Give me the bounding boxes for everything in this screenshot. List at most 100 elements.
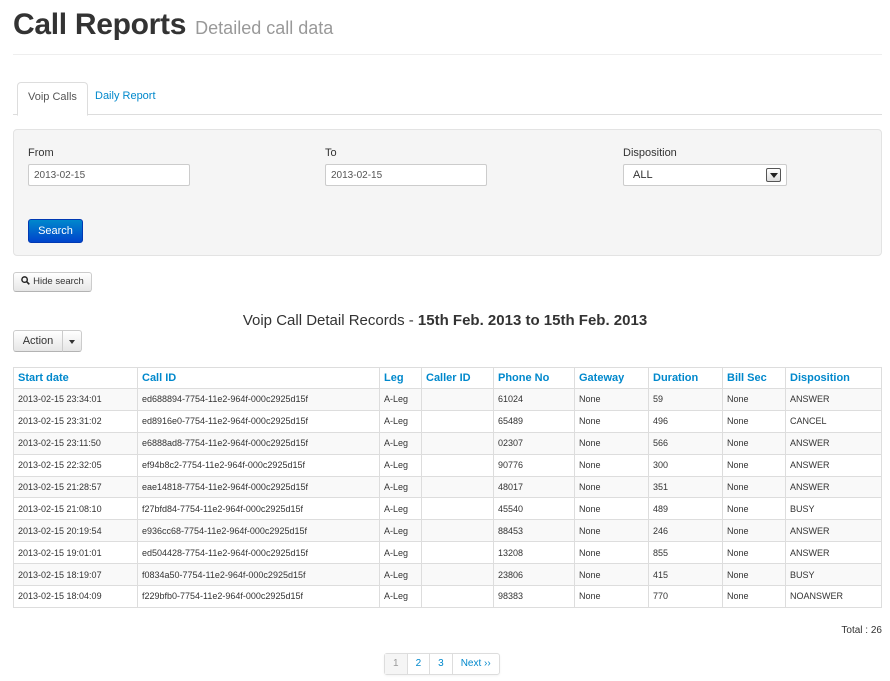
column-header[interactable]: Leg: [379, 367, 422, 389]
leg-cell: A-Leg: [379, 497, 422, 521]
column-header[interactable]: Phone No: [493, 367, 575, 389]
action-dropdown-toggle[interactable]: [62, 330, 82, 352]
page-title: Call Reports: [13, 8, 187, 41]
to-label: To: [325, 147, 337, 159]
leg-cell: A-Leg: [379, 475, 422, 499]
disposition-cell: CANCEL: [785, 409, 882, 433]
phone-no-cell: 90776: [493, 453, 575, 477]
phone-no-cell: 98383: [493, 585, 575, 608]
next-page-link[interactable]: Next ››: [451, 654, 499, 674]
caller-id-cell: [421, 519, 494, 543]
column-header[interactable]: Disposition: [785, 367, 882, 389]
phone-no-cell: 88453: [493, 519, 575, 543]
leg-cell: A-Leg: [379, 409, 422, 433]
duration-cell: 246: [648, 519, 723, 543]
start-date-cell: 2013-02-15 23:31:02: [13, 409, 138, 433]
leg-cell: A-Leg: [379, 431, 422, 455]
search-panel: From To Disposition ALL Search: [13, 129, 882, 256]
duration-cell: 300: [648, 453, 723, 477]
hide-search-label: Hide search: [33, 276, 84, 287]
page-subtitle: Detailed call data: [195, 18, 334, 38]
gateway-cell: None: [574, 497, 649, 521]
table-row: 2013-02-15 18:04:09 f229bfb0-7754-11e2-96…: [13, 585, 882, 608]
call-records-table: Start date Call ID Leg Caller ID Phone N…: [13, 367, 882, 608]
phone-no-cell: 45540: [493, 497, 575, 521]
leg-cell: A-Leg: [379, 585, 422, 608]
gateway-cell: None: [574, 388, 649, 411]
page-link-2[interactable]: 2: [406, 654, 430, 674]
bill-sec-cell: None: [722, 585, 786, 608]
page-header: Call Reports Detailed call data: [13, 8, 882, 55]
phone-no-cell: 65489: [493, 409, 575, 433]
gateway-cell: None: [574, 519, 649, 543]
table-row: 2013-02-15 23:11:50 e6888ad8-7754-11e2-96…: [13, 431, 882, 455]
table-row: 2013-02-15 23:34:01 ed688894-7754-11e2-96…: [13, 388, 882, 411]
duration-cell: 351: [648, 475, 723, 499]
gateway-cell: None: [574, 563, 649, 587]
phone-no-cell: 48017: [493, 475, 575, 499]
call-id-cell: ed504428-7754-11e2-964f-000c2925d15f: [137, 541, 380, 565]
start-date-cell: 2013-02-15 22:32:05: [13, 453, 138, 477]
bill-sec-cell: None: [722, 563, 786, 587]
from-label: From: [28, 147, 54, 159]
table-row: 2013-02-15 18:19:07 f0834a50-7754-11e2-96…: [13, 563, 882, 587]
gateway-cell: None: [574, 585, 649, 608]
disposition-cell: ANSWER: [785, 541, 882, 565]
call-id-cell: f0834a50-7754-11e2-964f-000c2925d15f: [137, 563, 380, 587]
column-header[interactable]: Duration: [648, 367, 723, 389]
search-button[interactable]: Search: [28, 219, 83, 243]
tab-voip-calls[interactable]: Voip Calls: [17, 82, 88, 116]
table-body: 2013-02-15 23:34:01 ed688894-7754-11e2-96…: [13, 388, 882, 608]
start-date-cell: 2013-02-15 18:04:09: [13, 585, 138, 608]
call-id-cell: ed688894-7754-11e2-964f-000c2925d15f: [137, 388, 380, 411]
leg-cell: A-Leg: [379, 519, 422, 543]
chevron-down-icon[interactable]: [766, 168, 781, 182]
tab-daily-report[interactable]: Daily Report: [85, 82, 166, 115]
action-button[interactable]: Action: [13, 330, 63, 352]
column-header[interactable]: Caller ID: [421, 367, 494, 389]
page-link-3[interactable]: 3: [429, 654, 452, 674]
caller-id-cell: [421, 388, 494, 411]
bill-sec-cell: None: [722, 497, 786, 521]
call-id-cell: ef94b8c2-7754-11e2-964f-000c2925d15f: [137, 453, 380, 477]
column-header[interactable]: Call ID: [137, 367, 380, 389]
table-row: 2013-02-15 20:19:54 e936cc68-7754-11e2-96…: [13, 519, 882, 543]
disposition-cell: BUSY: [785, 497, 882, 521]
duration-cell: 566: [648, 431, 723, 455]
table-row: 2013-02-15 19:01:01 ed504428-7754-11e2-96…: [13, 541, 882, 565]
disposition-selected-value: ALL: [633, 169, 653, 181]
caller-id-cell: [421, 409, 494, 433]
disposition-cell: BUSY: [785, 563, 882, 587]
column-header[interactable]: Start date: [13, 367, 138, 389]
disposition-cell: ANSWER: [785, 519, 882, 543]
report-title-prefix: Voip Call Detail Records -: [242, 312, 418, 329]
from-date-input[interactable]: [28, 164, 190, 186]
call-id-cell: f229bfb0-7754-11e2-964f-000c2925d15f: [137, 585, 380, 608]
disposition-select[interactable]: ALL: [623, 164, 787, 186]
table-row: 2013-02-15 21:28:57 eae14818-7754-11e2-96…: [13, 475, 882, 499]
caller-id-cell: [421, 431, 494, 455]
gateway-cell: None: [574, 431, 649, 455]
caller-id-cell: [421, 563, 494, 587]
column-header[interactable]: Bill Sec: [722, 367, 786, 389]
hide-search-button[interactable]: Hide search: [13, 272, 92, 292]
phone-no-cell: 13208: [493, 541, 575, 565]
duration-cell: 855: [648, 541, 723, 565]
disposition-label: Disposition: [623, 147, 677, 159]
caller-id-cell: [421, 497, 494, 521]
table-header-row: Start date Call ID Leg Caller ID Phone N…: [13, 367, 882, 389]
disposition-cell: ANSWER: [785, 431, 882, 455]
gateway-cell: None: [574, 453, 649, 477]
to-date-input[interactable]: [325, 164, 487, 186]
bill-sec-cell: None: [722, 409, 786, 433]
report-title: Voip Call Detail Records - 15th Feb. 201…: [0, 312, 890, 329]
phone-no-cell: 23806: [493, 563, 575, 587]
page-link-1[interactable]: 1: [385, 654, 407, 674]
call-id-cell: f27bfd84-7754-11e2-964f-000c2925d15f: [137, 497, 380, 521]
start-date-cell: 2013-02-15 18:19:07: [13, 563, 138, 587]
disposition-cell: ANSWER: [785, 453, 882, 477]
start-date-cell: 2013-02-15 19:01:01: [13, 541, 138, 565]
bill-sec-cell: None: [722, 519, 786, 543]
column-header[interactable]: Gateway: [574, 367, 649, 389]
phone-no-cell: 61024: [493, 388, 575, 411]
